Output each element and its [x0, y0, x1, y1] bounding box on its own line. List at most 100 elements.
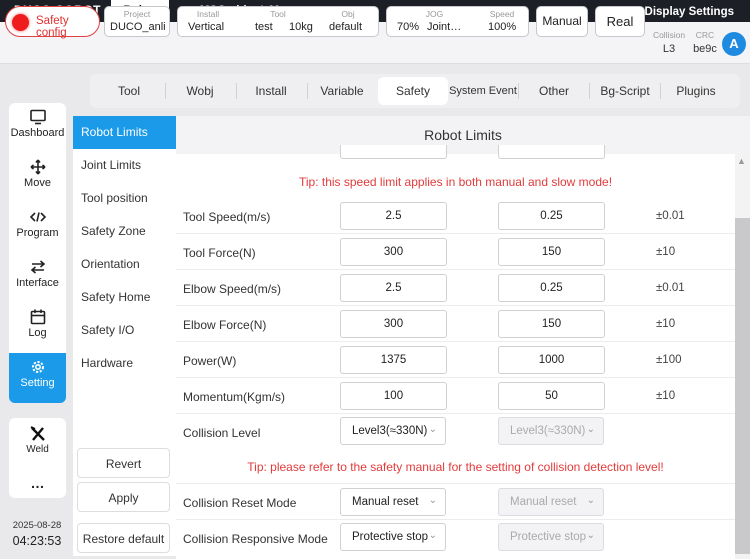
- display-settings-button[interactable]: ⚙ Display Settings: [631, 0, 734, 22]
- elbow-speed-tolerance: ±0.01: [656, 282, 685, 294]
- tool-speed-normal-input[interactable]: 2.5: [340, 202, 447, 230]
- collision-level-value: Level3(≈330N): [352, 425, 428, 437]
- more-button[interactable]: …: [9, 470, 66, 496]
- tab-safety[interactable]: Safety: [378, 77, 448, 105]
- nav-weld-label: Weld: [26, 444, 49, 455]
- obj-label: Obj: [341, 9, 355, 19]
- tool-speed-label: Tool Speed(m/s): [183, 210, 271, 224]
- elbow-force-label: Elbow Force(N): [183, 318, 267, 332]
- collision-level-reduced-value: Level3(≈330N): [510, 425, 586, 437]
- user-avatar[interactable]: A: [722, 32, 746, 56]
- collision-responsive-label: Collision Responsive Mode: [183, 532, 328, 546]
- swap-arrows-icon: [30, 260, 45, 274]
- tool-weight: 10kg: [289, 21, 313, 33]
- nav-dashboard[interactable]: Dashboard: [9, 103, 66, 153]
- chevron-down-icon: ⌄: [586, 495, 595, 506]
- elbow-force-tolerance: ±10: [656, 318, 676, 330]
- collision-responsive-select[interactable]: Protective stop ⌄: [340, 523, 446, 551]
- scroll-up-arrow-icon[interactable]: ▲: [737, 156, 746, 166]
- tip-divider: [176, 448, 735, 484]
- power-reduced-input[interactable]: 1000: [498, 346, 605, 374]
- apply-button[interactable]: Apply: [77, 482, 170, 512]
- nav-interface[interactable]: Interface: [9, 253, 66, 303]
- speed-limit-tip: Tip: this speed limit applies in both ma…: [298, 175, 613, 189]
- tool-speed-reduced-input[interactable]: 0.25: [498, 202, 605, 230]
- tab-system-event[interactable]: System Event: [448, 77, 518, 105]
- collision-responsive-value: Protective stop: [352, 531, 429, 543]
- monitor-icon: [29, 109, 46, 125]
- install-tool-obj-box[interactable]: Install Vertical Tool test 10kg Obj defa…: [177, 6, 379, 37]
- scrollbar-thumb[interactable]: [735, 218, 750, 554]
- chevron-down-icon: ⌄: [586, 424, 595, 435]
- code-icon: [29, 212, 46, 222]
- tool-force-reduced-input[interactable]: 150: [498, 238, 605, 266]
- safety-config-label: Safety config: [36, 15, 69, 39]
- power-normal-input[interactable]: 1375: [340, 346, 447, 374]
- restore-default-button[interactable]: Restore default: [77, 523, 170, 553]
- collision-responsive-reduced-value: Protective stop: [510, 531, 587, 543]
- scrolled-input-col2[interactable]: [498, 145, 605, 159]
- nav-log-label: Log: [28, 327, 47, 339]
- nav-move[interactable]: Move: [9, 153, 66, 203]
- momentum-normal-input[interactable]: 100: [340, 382, 447, 410]
- jog-speed-box[interactable]: JOG 70% Joint… Speed 100%: [386, 6, 529, 37]
- nav-program[interactable]: Program: [9, 203, 66, 253]
- safety-config-button[interactable]: Safety config: [5, 6, 100, 39]
- collision-level-select[interactable]: Level3(≈330N) ⌄: [340, 417, 446, 445]
- install-label: Install: [196, 9, 220, 19]
- tab-wobj[interactable]: Wobj: [165, 77, 235, 105]
- submenu-safety-zone[interactable]: Safety Zone: [73, 215, 176, 248]
- safety-status-light-icon: [12, 14, 29, 31]
- submenu-safety-home[interactable]: Safety Home: [73, 281, 176, 314]
- tab-bg-script[interactable]: Bg-Script: [590, 77, 660, 105]
- tab-other[interactable]: Other: [519, 77, 589, 105]
- submenu-hardware[interactable]: Hardware: [73, 347, 176, 380]
- nav-log[interactable]: Log: [9, 303, 66, 353]
- tab-tool[interactable]: Tool: [94, 77, 164, 105]
- install-value: Vertical: [188, 21, 225, 33]
- elbow-force-normal-input[interactable]: 300: [340, 310, 447, 338]
- submenu-safety-io[interactable]: Safety I/O: [73, 314, 176, 347]
- submenu-robot-limits[interactable]: Robot Limits: [73, 116, 176, 149]
- collision-reset-label: Collision Reset Mode: [183, 496, 297, 510]
- tab-plugins[interactable]: Plugins: [661, 77, 731, 105]
- collision-level-reduced-select: Level3(≈330N) ⌄: [498, 417, 604, 445]
- collision-value: L3: [662, 43, 676, 55]
- tool-value: test: [255, 21, 273, 33]
- scrolled-input-col1[interactable]: [340, 145, 447, 159]
- manual-button[interactable]: Manual: [536, 6, 588, 37]
- elbow-speed-normal-input[interactable]: 2.5: [340, 274, 447, 302]
- jog-label: JOG: [425, 9, 444, 19]
- nav-weld[interactable]: Weld: [9, 420, 66, 464]
- obj-value: default: [329, 21, 363, 33]
- tool-force-tolerance: ±10: [656, 246, 676, 258]
- submenu-joint-limits[interactable]: Joint Limits: [73, 149, 176, 182]
- collision-level-label: Collision Level: [183, 426, 261, 440]
- collision-responsive-reduced-select: Protective stop ⌄: [498, 523, 604, 551]
- power-label: Power(W): [183, 354, 237, 368]
- collision-indicator: Collision L3: [650, 30, 688, 55]
- crc-value: be9c: [693, 43, 717, 55]
- elbow-force-reduced-input[interactable]: 150: [498, 310, 605, 338]
- tab-variable[interactable]: Variable: [307, 77, 377, 105]
- submenu-tool-position[interactable]: Tool position: [73, 182, 176, 215]
- nav-setting[interactable]: Setting: [9, 353, 66, 403]
- clock-time: 04:23:53: [12, 534, 62, 548]
- tool-force-normal-input[interactable]: 300: [340, 238, 447, 266]
- elbow-speed-reduced-input[interactable]: 0.25: [498, 274, 605, 302]
- elbow-speed-label: Elbow Speed(m/s): [183, 282, 282, 296]
- project-box[interactable]: Project DUCO_anli: [104, 6, 170, 37]
- real-button[interactable]: Real: [595, 6, 645, 37]
- weld-torch-icon: [30, 426, 45, 441]
- momentum-reduced-input[interactable]: 50: [498, 382, 605, 410]
- panel-title: Robot Limits: [176, 116, 750, 154]
- collision-reset-value: Manual reset: [352, 496, 419, 508]
- tab-install[interactable]: Install: [236, 77, 306, 105]
- collision-reset-select[interactable]: Manual reset ⌄: [340, 488, 446, 516]
- power-tolerance: ±100: [656, 354, 682, 366]
- clock: 2025-08-28 04:23:53: [4, 520, 70, 548]
- project-label: Project: [123, 9, 151, 19]
- submenu-orientation[interactable]: Orientation: [73, 248, 176, 281]
- clock-date: 2025-08-28: [12, 520, 62, 531]
- revert-button[interactable]: Revert: [77, 448, 170, 478]
